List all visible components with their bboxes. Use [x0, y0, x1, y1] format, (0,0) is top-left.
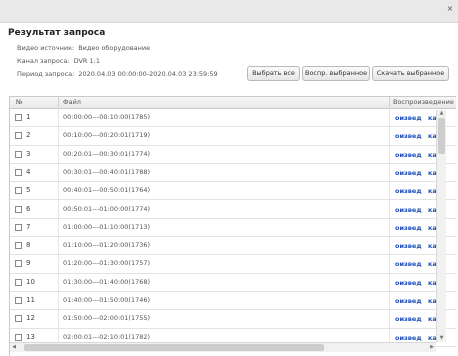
row-file: 00:10:00---00:20:01(1719): [63, 131, 151, 140]
table-row[interactable]: 100:00:00---00:10:00(1785)оизведкача: [10, 109, 456, 128]
scroll-down-icon[interactable]: ▼: [437, 335, 446, 342]
video-source-label: Видео источник:: [17, 44, 75, 52]
row-checkbox[interactable]: [15, 278, 22, 286]
row-checkbox[interactable]: [15, 114, 22, 121]
row-play-link[interactable]: оизвед: [395, 334, 422, 342]
channel-label: Канал запроса:: [17, 57, 70, 65]
table-row[interactable]: 500:40:01---00:50:01(1764)оизведкача: [10, 182, 456, 201]
row-play-link[interactable]: оизвед: [395, 114, 422, 122]
row-number: 3: [26, 149, 31, 158]
row-play-link[interactable]: оизвед: [395, 279, 422, 287]
column-header-file: Файл: [63, 98, 81, 106]
table-row[interactable]: 400:30:01---00:40:01(1788)оизведкача: [10, 164, 456, 183]
scroll-up-icon[interactable]: ▲: [437, 110, 446, 117]
row-play-link[interactable]: оизвед: [395, 224, 422, 232]
row-file: 02:00:01---02:10:01(1782): [63, 332, 151, 341]
horizontal-scroll-thumb[interactable]: [24, 344, 324, 351]
row-number: 6: [26, 204, 31, 213]
scroll-left-icon[interactable]: ◀: [10, 343, 18, 352]
channel-line: Канал запроса: DVR 1:1: [17, 57, 100, 65]
results-table: № Файл Воспроизведение 1 00:00:00---00:10…: [9, 96, 456, 356]
row-number: 1: [26, 113, 31, 121]
row-file: 00:20:01---00:30:01(1774): [63, 149, 151, 158]
row-file: 01:40:00---01:50:00(1746): [63, 296, 151, 304]
scroll-right-icon[interactable]: ▶: [428, 343, 436, 352]
column-header-num: №: [16, 98, 23, 106]
row-checkbox[interactable]: [15, 168, 22, 176]
row-play-link[interactable]: оизвед: [395, 206, 422, 214]
row-play-link[interactable]: оизвед: [395, 151, 422, 159]
column-header-playback: Воспроизведение: [393, 98, 454, 106]
row-number: 13: [26, 332, 35, 341]
row-play-link[interactable]: оизвед: [395, 242, 422, 250]
row-checkbox[interactable]: [15, 333, 22, 341]
channel-value: DVR 1:1: [73, 57, 100, 65]
period-line: Период запроса: 2020.04.03 00:00:00-2020.…: [17, 70, 218, 78]
play-selected-button[interactable]: Воспр. выбранное: [302, 66, 370, 81]
close-icon[interactable]: ×: [446, 4, 454, 14]
download-selected-button[interactable]: Скачать выбранное: [372, 66, 449, 81]
row-checkbox[interactable]: [15, 242, 22, 250]
table-row[interactable]: 200:10:00---00:20:01(1719)оизведкача: [10, 127, 456, 146]
row-checkbox[interactable]: [15, 132, 22, 140]
row-file: 00:50:01---01:00:00(1774): [63, 204, 151, 213]
row-checkbox[interactable]: [15, 205, 22, 213]
row-checkbox[interactable]: [15, 150, 22, 158]
row-file: 01:50:00---02:00:01(1755): [63, 314, 151, 323]
row-play-link[interactable]: оизвед: [395, 187, 422, 195]
row-number: 12: [26, 314, 35, 323]
video-source-line: Видео источник: Видео оборудование: [17, 44, 150, 52]
row-file: 01:20:00---01:30:00(1757): [63, 259, 151, 268]
row-checkbox[interactable]: [15, 187, 22, 195]
table-row[interactable]: 1201:50:00---02:00:01(1755)оизведкача: [10, 310, 456, 329]
row-file: 01:10:00---01:20:00(1736): [63, 241, 151, 250]
row-number: 11: [26, 296, 35, 304]
vertical-scroll-thumb[interactable]: [438, 118, 445, 154]
video-source-value: Видео оборудование: [78, 44, 151, 52]
dialog-title: Результат запроса: [8, 28, 106, 38]
row-number: 10: [26, 277, 35, 286]
row-play-link[interactable]: оизвед: [395, 260, 422, 268]
table-row[interactable]: 1101:40:00---01:50:00(1746)оизведкача: [10, 292, 456, 311]
select-all-button[interactable]: Выбрать все: [247, 66, 300, 81]
row-play-link[interactable]: оизвед: [395, 297, 422, 305]
row-number: 2: [26, 131, 31, 140]
row-play-link[interactable]: оизвед: [395, 132, 422, 140]
row-number: 7: [26, 222, 31, 231]
row-file: 00:00:00---00:10:00(1785): [63, 113, 151, 121]
table-row[interactable]: 1001:30:00---01:40:00(1768)оизведкача: [10, 274, 456, 292]
row-file: 01:00:00---01:10:00(1713): [63, 222, 151, 231]
table-row[interactable]: 300:20:01---00:30:01(1774)оизведкача: [10, 146, 456, 164]
row-checkbox[interactable]: [15, 223, 22, 231]
table-row[interactable]: 701:00:00---01:10:00(1713)оизведкача: [10, 219, 456, 238]
row-number: 9: [26, 259, 31, 268]
row-number: 5: [26, 186, 31, 195]
row-file: 00:30:01---00:40:01(1788): [63, 167, 151, 176]
row-play-link[interactable]: оизвед: [395, 169, 422, 177]
row-file: 00:40:01---00:50:01(1764): [63, 186, 151, 195]
period-value: 2020.04.03 00:00:00-2020.04.03 23:59:59: [78, 70, 218, 78]
table-row[interactable]: 901:20:00---01:30:00(1757)оизведкача: [10, 255, 456, 274]
row-number: 8: [26, 241, 31, 250]
table-row[interactable]: 600:50:01---01:00:00(1774)оизведкача: [10, 201, 456, 219]
row-checkbox[interactable]: [15, 315, 22, 323]
row-checkbox[interactable]: [15, 260, 22, 268]
row-play-link[interactable]: оизвед: [395, 315, 422, 323]
vertical-scrollbar[interactable]: ▲ ▼: [436, 110, 446, 342]
period-label: Период запроса:: [17, 70, 75, 78]
row-number: 4: [26, 167, 31, 176]
row-checkbox[interactable]: [15, 297, 22, 304]
horizontal-scrollbar[interactable]: ◀ ▶: [10, 342, 436, 352]
window-titlebar: ×: [0, 0, 458, 23]
table-row[interactable]: 801:10:00---01:20:00(1736)оизведкача: [10, 237, 456, 256]
row-file: 01:30:00---01:40:00(1768): [63, 277, 151, 286]
